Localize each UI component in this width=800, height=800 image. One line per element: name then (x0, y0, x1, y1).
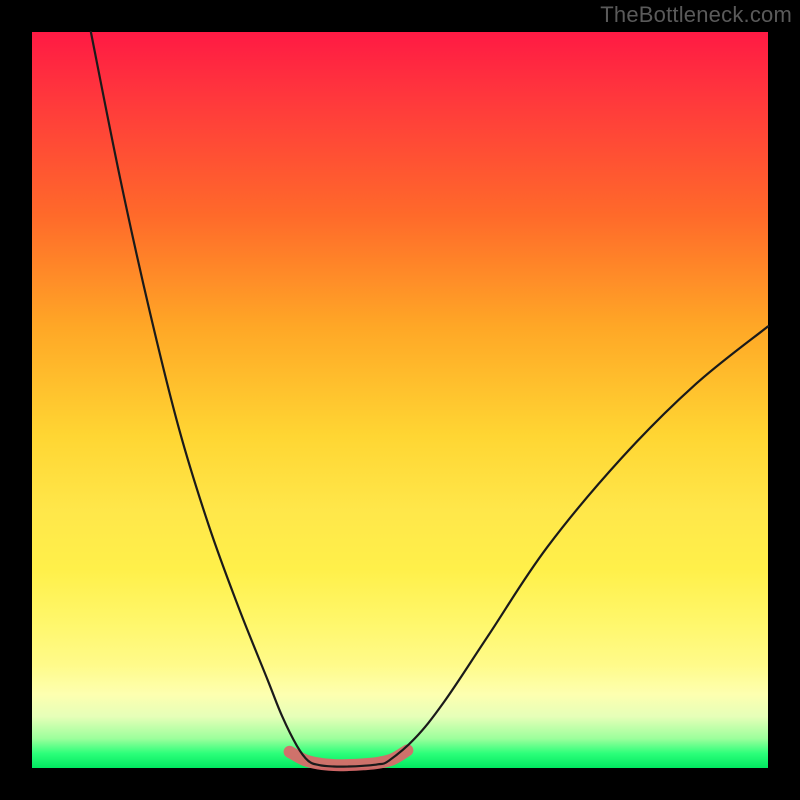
highlight-segment (290, 750, 408, 765)
chart-svg (32, 32, 768, 768)
watermark-text: TheBottleneck.com (600, 2, 792, 28)
chart-plot-area (32, 32, 768, 768)
bottleneck-curve (91, 32, 768, 767)
chart-frame: TheBottleneck.com (0, 0, 800, 800)
